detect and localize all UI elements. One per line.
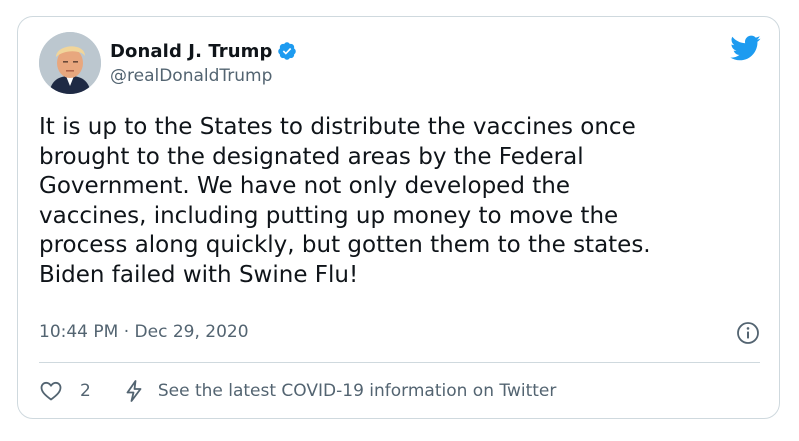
action-row: 2 See the latest COVID-19 information on… bbox=[39, 379, 556, 403]
tweet-timestamp[interactable]: 10:44 PM · Dec 29, 2020 bbox=[39, 322, 249, 342]
heart-icon[interactable] bbox=[39, 379, 63, 403]
verified-badge-icon bbox=[277, 41, 297, 61]
covid-info-link[interactable]: See the latest COVID-19 information on T… bbox=[158, 381, 557, 401]
divider bbox=[39, 362, 760, 363]
lightning-bolt-icon bbox=[123, 379, 145, 403]
name-row: Donald J. Trump bbox=[110, 39, 297, 63]
tweet-card: Donald J. Trump @realDonaldTrump It is u… bbox=[17, 16, 780, 419]
display-name[interactable]: Donald J. Trump bbox=[110, 41, 273, 62]
tweet-text: It is up to the States to distribute the… bbox=[39, 114, 651, 288]
avatar[interactable] bbox=[39, 32, 101, 94]
user-handle[interactable]: @realDonaldTrump bbox=[110, 66, 297, 86]
info-icon[interactable] bbox=[736, 321, 760, 345]
like-count: 2 bbox=[80, 381, 91, 401]
avatar-photo bbox=[39, 32, 101, 94]
author-block: Donald J. Trump @realDonaldTrump bbox=[110, 39, 297, 86]
twitter-bird-icon[interactable] bbox=[729, 34, 761, 62]
